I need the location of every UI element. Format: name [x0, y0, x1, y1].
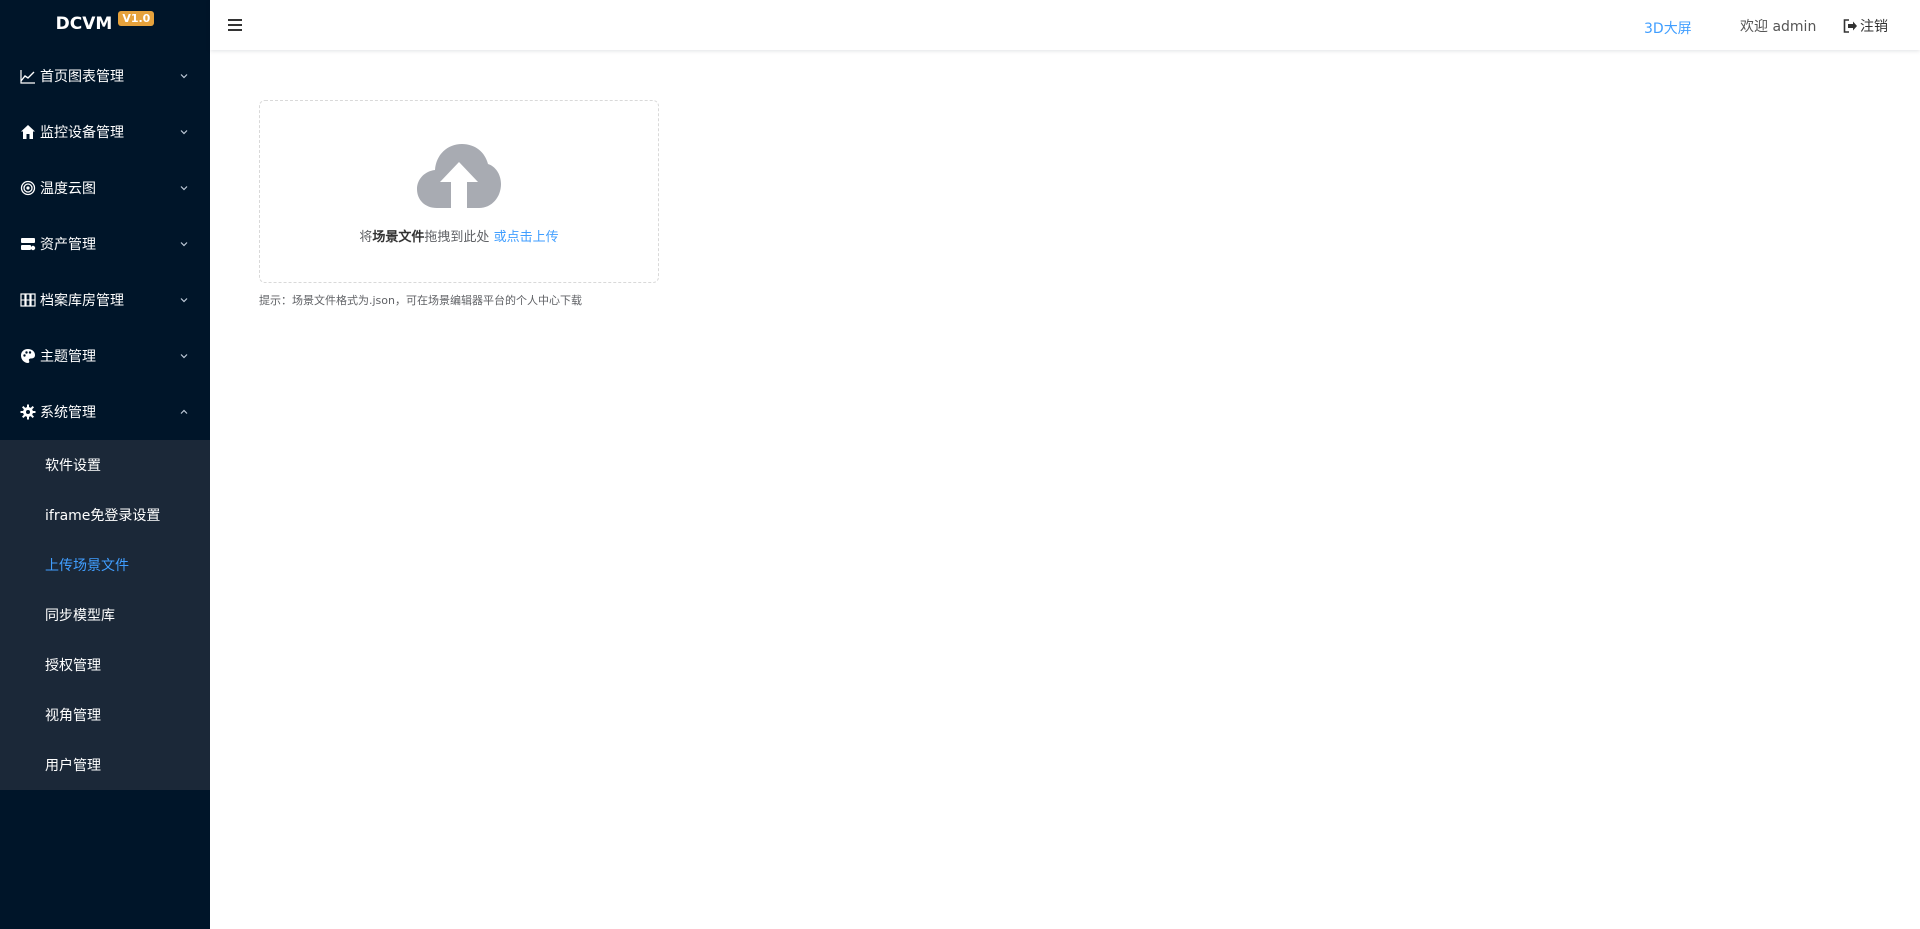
menu-monitor-devices[interactable]: 监控设备管理: [0, 104, 210, 160]
app-name: DCVM: [55, 14, 113, 34]
upload-text-bold: 场景文件: [372, 230, 425, 245]
version-badge: V1.0: [118, 10, 155, 26]
chart-line-icon: [20, 68, 36, 84]
home-icon: [20, 124, 36, 140]
submenu-label: 用户管理: [45, 758, 101, 774]
menu-label: 温度云图: [40, 181, 96, 197]
submenu-software-settings[interactable]: 软件设置: [0, 440, 210, 490]
submenu-iframe-login-settings[interactable]: iframe免登录设置: [0, 490, 210, 540]
chevron-down-icon: [180, 242, 188, 247]
menu-temperature-map[interactable]: 温度云图: [0, 160, 210, 216]
top-header: 3D大屏 欢迎 admin 注销: [210, 0, 1920, 50]
submenu-license-management[interactable]: 授权管理: [0, 640, 210, 690]
menu-theme-management[interactable]: 主题管理: [0, 328, 210, 384]
welcome-user-text: 欢迎 admin: [1740, 19, 1817, 35]
submenu-sync-model-library[interactable]: 同步模型库: [0, 590, 210, 640]
submenu-label: 同步模型库: [45, 608, 115, 624]
menu-label: 档案库房管理: [40, 293, 124, 309]
upload-text-middle: 拖拽到此处: [424, 230, 490, 245]
app-logo: DCVM V1.0: [0, 0, 210, 48]
submenu-label: 视角管理: [45, 708, 101, 724]
menu-label: 资产管理: [40, 237, 96, 253]
submenu-upload-scene-file[interactable]: 上传场景文件: [0, 540, 210, 590]
cloud-upload-icon: [417, 144, 501, 208]
gear-icon: [20, 404, 36, 420]
upload-dropzone[interactable]: 将场景文件拖拽到此处 或点击上传: [259, 100, 659, 283]
submenu-user-management[interactable]: 用户管理: [0, 740, 210, 790]
logout-label: 注销: [1860, 19, 1888, 35]
upload-text-prefix: 将: [359, 230, 373, 245]
menu-asset-management[interactable]: 资产管理: [0, 216, 210, 272]
archive-shelf-icon: [20, 292, 36, 308]
chevron-down-icon: [180, 298, 188, 303]
3d-screen-link[interactable]: 3D大屏: [1644, 18, 1692, 38]
chevron-down-icon: [180, 354, 188, 359]
palette-icon: [20, 348, 36, 364]
logout-button[interactable]: 注销: [1843, 16, 1888, 36]
submenu-label: 授权管理: [45, 658, 101, 674]
upload-instruction: 将场景文件拖拽到此处 或点击上传: [260, 226, 658, 245]
menu-archive-room[interactable]: 档案库房管理: [0, 272, 210, 328]
chevron-down-icon: [180, 74, 188, 79]
submenu-label: 上传场景文件: [45, 558, 129, 574]
menu-home-charts[interactable]: 首页图表管理: [0, 48, 210, 104]
menu-system-management[interactable]: 系统管理: [0, 384, 210, 440]
menu-label: 主题管理: [40, 349, 96, 365]
server-icon: [20, 236, 36, 252]
submenu-view-management[interactable]: 视角管理: [0, 690, 210, 740]
submenu-label: iframe免登录设置: [45, 508, 161, 524]
sidebar: DCVM V1.0 首页图表管理 监控设备管理 温度云图 资产管理 档案库房管理…: [0, 0, 210, 929]
system-submenu: 软件设置 iframe免登录设置 上传场景文件 同步模型库 授权管理 视角管理 …: [0, 440, 210, 790]
chevron-up-icon: [180, 409, 188, 414]
menu-label: 首页图表管理: [40, 69, 124, 85]
click-to-upload-link[interactable]: 或点击上传: [494, 230, 559, 245]
target-icon: [20, 180, 36, 196]
menu-label: 系统管理: [40, 405, 96, 421]
hamburger-menu-icon[interactable]: [227, 18, 243, 32]
chevron-down-icon: [180, 186, 188, 191]
upload-tip: 提示：场景文件格式为.json，可在场景编辑器平台的个人中心下载: [259, 294, 582, 307]
submenu-label: 软件设置: [45, 458, 101, 474]
menu-label: 监控设备管理: [40, 125, 124, 141]
chevron-down-icon: [180, 130, 188, 135]
sign-out-icon: [1843, 19, 1857, 33]
